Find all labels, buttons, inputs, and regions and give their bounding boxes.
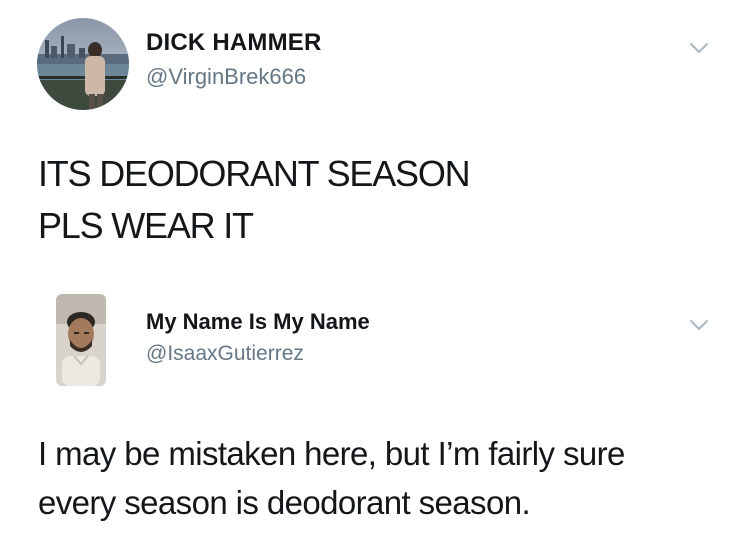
display-name[interactable]: My Name Is My Name — [146, 309, 370, 335]
avatar[interactable] — [56, 294, 106, 386]
tweet-text-line: every season is deodorant season. — [38, 484, 531, 521]
tweet: My Name Is My Name @IsaaxGutierrez I may… — [0, 268, 740, 559]
chevron-down-icon[interactable] — [688, 318, 710, 332]
profile-photo-icon — [56, 294, 106, 386]
tweet-text: I may be mistaken here, but I’m fairly s… — [38, 429, 625, 527]
username-handle[interactable]: @IsaaxGutierrez — [146, 342, 304, 366]
username-handle[interactable]: @VirginBrek666 — [146, 64, 306, 90]
tweet-text-line: PLS WEAR IT — [38, 205, 254, 246]
tweet-text-line: ITS DEODORANT SEASON — [38, 153, 471, 194]
display-name[interactable]: DICK HAMMER — [146, 29, 322, 57]
chevron-down-icon[interactable] — [688, 41, 710, 55]
tweet-text: ITS DEODORANT SEASON PLS WEAR IT — [38, 148, 471, 252]
profile-photo-icon — [37, 18, 129, 110]
tweet: DICK HAMMER @VirginBrek666 ITS DEODORANT… — [0, 0, 740, 268]
avatar[interactable] — [37, 18, 129, 110]
tweet-text-line: I may be mistaken here, but I’m fairly s… — [38, 435, 625, 472]
